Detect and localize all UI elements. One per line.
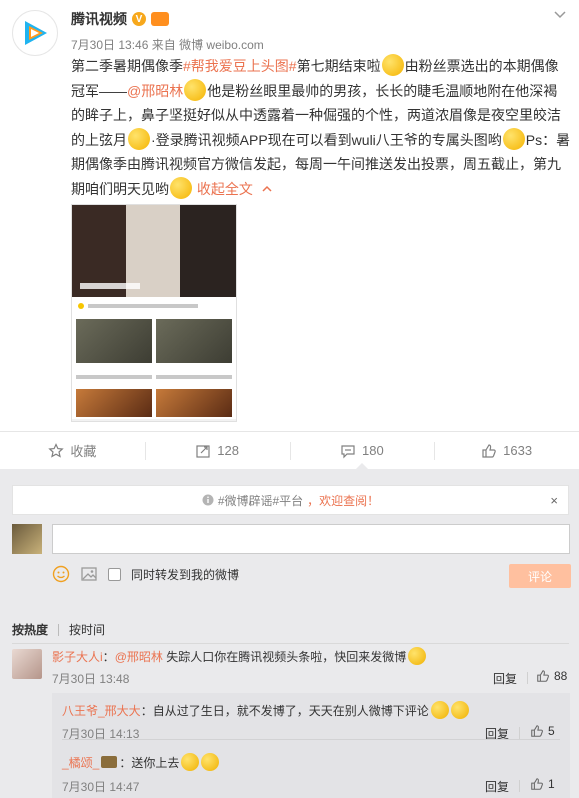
post-text-1: 第二季暑期偶像季 [71, 58, 183, 74]
compose-tools: 同时转发到我的微博 [52, 565, 239, 583]
comment-button[interactable]: 180 [289, 432, 435, 470]
comment-count: 180 [362, 443, 384, 458]
like-count: 1633 [503, 443, 533, 458]
sort-by-time[interactable]: 按时间 [69, 621, 105, 638]
emoji-laugh-cry-icon [450, 701, 469, 719]
repost-icon [196, 444, 210, 458]
emoji-cool-icon [128, 127, 150, 150]
thumbs-up-icon [537, 670, 549, 682]
thumbs-up-icon [531, 725, 543, 737]
post-time[interactable]: 7月30日 13:46 [71, 38, 148, 52]
topic-link[interactable]: #帮我爱豆上头图# [183, 58, 297, 74]
comment-sort: 按热度 按时间 [12, 621, 105, 638]
comment-time: 7月30日 13:48 [52, 672, 130, 686]
reply-like-count: 5 [548, 724, 555, 738]
my-avatar[interactable] [12, 524, 42, 554]
reply-like-button[interactable]: 5 [530, 724, 555, 738]
star-icon [48, 442, 65, 458]
post-text-5: ·登录腾讯视频APP现在可以看到wuli八王爷的专属头图哟 [151, 131, 502, 148]
reply-like-count: 1 [548, 777, 555, 791]
reply-like-button[interactable]: 1 [530, 777, 555, 791]
notice-close-icon[interactable]: × [550, 493, 558, 508]
repost-checkbox-label[interactable]: 同时转发到我的微博 [131, 566, 239, 583]
comment-icon [341, 444, 355, 458]
comment-avatar[interactable] [12, 649, 42, 679]
reply-reply-button[interactable]: 回复 [485, 778, 509, 795]
emoji-thumbs-up-icon [502, 127, 525, 150]
emoji-shy-icon [184, 78, 207, 101]
favorite-button[interactable]: 收藏 [0, 432, 145, 469]
comment-like-count: 88 [554, 669, 568, 683]
comment-panel: #微博辟谣#平台 ，欢迎查阅！ × 同时转发到我的微博 评论 按热度 按时间 影子… [0, 469, 579, 798]
emoji-minion-icon [408, 647, 427, 665]
notice-highlight: ，欢迎查阅！ [307, 493, 380, 508]
reply-user[interactable]: _橘颂_ [62, 756, 99, 770]
repost-checkbox[interactable] [108, 567, 121, 581]
reply-text-line: _橘颂_ ：送你上去 [62, 753, 220, 772]
tencent-video-logo-icon [25, 21, 47, 45]
author-avatar[interactable] [12, 10, 58, 56]
reply-body: 送你上去 [131, 756, 180, 770]
chevron-down-icon[interactable] [553, 8, 567, 22]
emoji-laugh-icon [381, 54, 404, 76]
post-meta: 7月30日 13:46 来自 微博 weibo.com [71, 36, 264, 53]
chevron-up-icon[interactable] [261, 183, 273, 195]
emoji-victory-icon [170, 176, 192, 199]
verified-icon[interactable]: V [132, 12, 146, 26]
thumbs-up-icon [531, 778, 543, 790]
emoji-cat-icon [181, 753, 200, 771]
reply-text-line: 八王爷_邢大大：自从过了生日，就不发博了，天天在别人微博下评论 [62, 701, 469, 720]
post-image-thumbnail[interactable] [71, 204, 237, 422]
thumbnail-banner [72, 205, 236, 297]
member-icon [101, 756, 118, 768]
favorite-label: 收藏 [70, 444, 97, 459]
member-icon[interactable] [151, 12, 169, 26]
comment-like-button[interactable]: 88 [536, 669, 567, 683]
comment-mention[interactable]: @邢昭林 [115, 650, 163, 664]
source-prefix: 来自 [151, 38, 176, 52]
comment-text-line: 影子大人i：@邢昭林 失踪人口你在腾讯视频头条啦，快回来发微博 [52, 647, 427, 666]
like-button[interactable]: 1633 [434, 432, 579, 469]
image-upload-icon[interactable] [80, 565, 98, 583]
reply-body: 自从过了生日，就不发博了，天天在别人微博下评论 [152, 704, 429, 718]
post-content: 第二季暑期偶像季#帮我爱豆上头图#第七期结束啦 由粉丝票选出的本期偶像冠军——@邢… [71, 54, 571, 201]
sort-by-hot[interactable]: 按热度 [12, 621, 48, 638]
weibo-post: 腾讯视频 V 7月30日 13:46 来自 微博 weibo.com 第二季暑期… [0, 0, 579, 430]
rumor-notice: #微博辟谣#平台 ，欢迎查阅！ × [12, 485, 569, 515]
comment-input[interactable] [52, 524, 570, 554]
thumbs-up-icon [482, 443, 496, 458]
author-line: 腾讯视频 V [71, 9, 169, 29]
info-icon [202, 494, 214, 506]
comment-body: 失踪人口你在腾讯视频头条啦，快回来发微博 [166, 650, 407, 664]
post-action-bar: 收藏 128 180 1633 [0, 431, 579, 470]
collapse-label[interactable]: 收起全文 [197, 181, 253, 197]
collapse-link[interactable]: 收起全文 [197, 181, 273, 197]
emoji-picker-icon[interactable] [52, 565, 70, 583]
submit-comment-button[interactable]: 评论 [509, 564, 571, 588]
notice-tag[interactable]: #微博辟谣#平台 [218, 492, 303, 509]
author-name[interactable]: 腾讯视频 [71, 9, 127, 29]
reply-user[interactable]: 八王爷_邢大大 [62, 704, 141, 718]
repost-button[interactable]: 128 [144, 432, 290, 469]
comment-user[interactable]: 影子大人i [52, 650, 103, 664]
post-source[interactable]: 微博 weibo.com [179, 38, 264, 52]
comment-reply-button[interactable]: 回复 [493, 670, 517, 687]
repost-count: 128 [217, 443, 239, 458]
emoji-laugh-cry-icon [430, 701, 449, 719]
reply-time: 7月30日 14:47 [62, 780, 140, 794]
post-text-2: 第七期结束啦 [296, 58, 381, 74]
mention-link[interactable]: @邢昭林 [127, 83, 183, 99]
emoji-cat-icon [201, 753, 220, 771]
